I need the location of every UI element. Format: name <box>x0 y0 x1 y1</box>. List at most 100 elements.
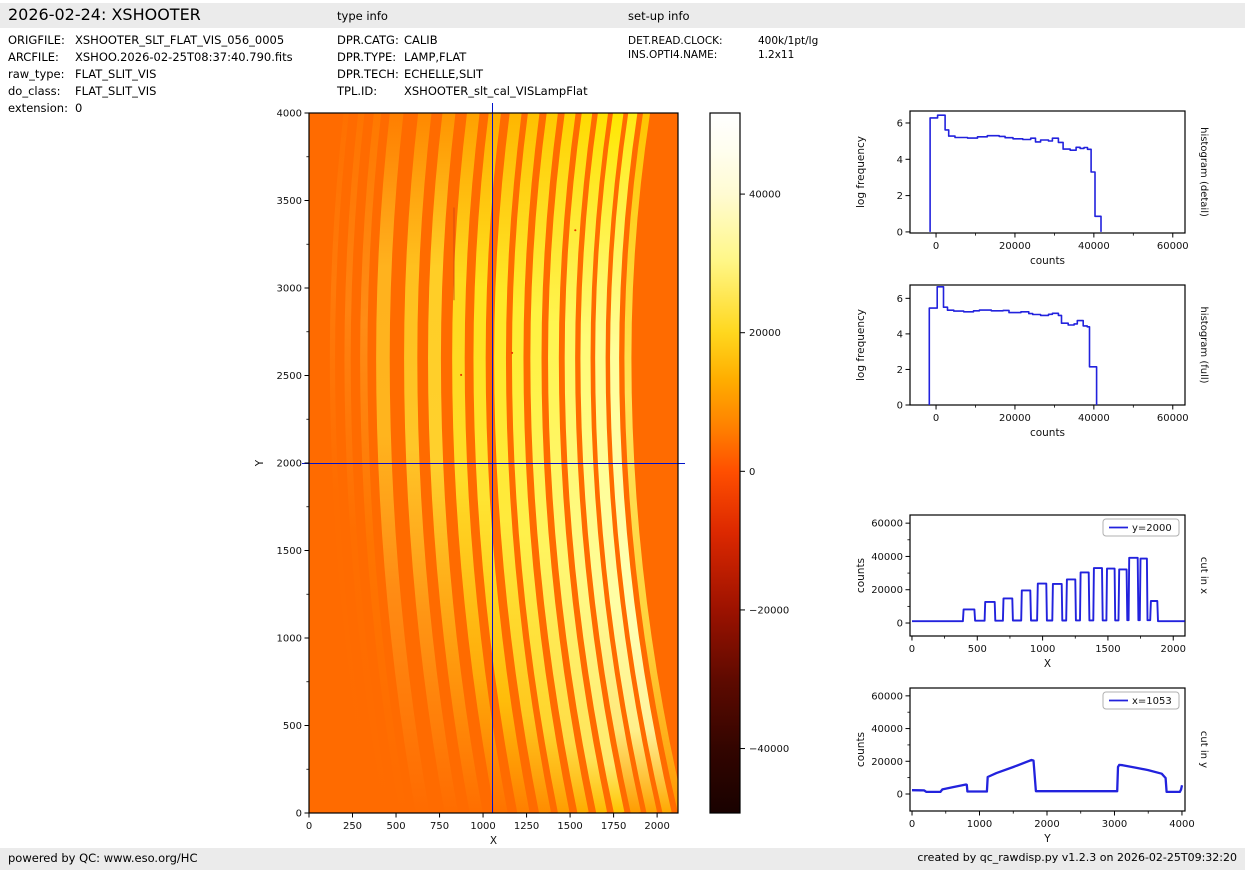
x-axis-label: counts <box>1030 427 1065 439</box>
meta-value: 1.2x11 <box>758 48 795 61</box>
meta-label: DPR.TECH: <box>337 67 399 81</box>
right-axis-label: histogram (detail) <box>1198 127 1209 217</box>
x-tick-label: 1500 <box>557 821 582 832</box>
y-tick-label: 6 <box>897 294 903 305</box>
x-tick-label: 1500 <box>1095 644 1120 655</box>
meta-value: XSHOOTER_SLT_FLAT_VIS_056_0005 <box>75 33 285 47</box>
qc-report-page: 2026-02-24: XSHOOTER type info set-up in… <box>0 0 1245 870</box>
detector-defect-dot <box>574 229 577 232</box>
legend-box <box>1102 691 1180 710</box>
meta-label: INS.OPTI4.NAME: <box>628 48 718 61</box>
y-tick-label: 0 <box>296 809 302 820</box>
plot-frame-cut_y <box>909 687 1186 812</box>
colorbar-tick-label: 0 <box>749 467 755 478</box>
y-tick-label: 1000 <box>277 634 302 645</box>
y-tick-label: 4000 <box>277 109 302 120</box>
x-tick-label: 3000 <box>1102 819 1127 830</box>
meta-value: XSHOOTER_slt_cal_VISLampFlat <box>404 84 588 98</box>
colorbar <box>709 112 741 814</box>
x-tick-label: 750 <box>430 821 449 832</box>
meta-label: TPL.ID: <box>337 84 378 98</box>
right-axis-label: histogram (full) <box>1198 306 1209 383</box>
meta-label: ARCFILE: <box>8 50 59 64</box>
x-axis-label: counts <box>1030 255 1065 267</box>
x-tick-label: 20000 <box>999 413 1031 424</box>
x-tick-label: 1750 <box>601 821 626 832</box>
y-tick-label: 4 <box>897 155 903 166</box>
colorbar-tick-label: 40000 <box>749 190 781 201</box>
x-tick-label: 1000 <box>1030 644 1055 655</box>
footer-created-by: created by qc_rawdisp.py v1.2.3 on 2026-… <box>917 851 1237 864</box>
x-tick-label: 4000 <box>1169 819 1194 830</box>
x-axis-label: Y <box>1043 833 1051 845</box>
x-tick-label: 0 <box>909 819 915 830</box>
setup-info-header: set-up info <box>628 9 690 23</box>
meta-value: 0 <box>75 101 83 115</box>
y-tick-label: 2500 <box>277 371 302 382</box>
meta-label: raw_type: <box>8 67 65 81</box>
plot-frame-hist_detail <box>909 110 1186 234</box>
x-tick-label: 1000 <box>967 819 992 830</box>
meta-value: ECHELLE,SLIT <box>404 67 484 81</box>
y-axis-label: log frequency <box>855 309 867 381</box>
legend-box <box>1102 518 1180 537</box>
x-tick-label: 500 <box>968 644 987 655</box>
y-tick-label: 60000 <box>871 691 903 702</box>
y-tick-label: 1500 <box>277 546 302 557</box>
y-tick-label: 2 <box>897 365 903 376</box>
x-tick-label: 2000 <box>1161 644 1186 655</box>
y-tick-label: 500 <box>283 721 302 732</box>
x-tick-label: 40000 <box>1078 413 1110 424</box>
x-tick-label: 0 <box>909 644 915 655</box>
meta-value: FLAT_SLIT_VIS <box>75 67 157 81</box>
meta-value: CALIB <box>404 33 438 47</box>
footer-powered-by: powered by QC: www.eso.org/HC <box>8 851 198 865</box>
x-tick-label: 0 <box>933 413 939 424</box>
legend-label: x=1053 <box>1132 696 1172 707</box>
y-tick-label: 0 <box>897 789 903 800</box>
y-axis-label: counts <box>855 558 867 593</box>
data-series-hist_full <box>928 285 1098 405</box>
x-tick-label: 1000 <box>470 821 495 832</box>
colorbar-tick-label: 20000 <box>749 328 781 339</box>
x-tick-label: 0 <box>933 241 939 252</box>
meta-label: DPR.TYPE: <box>337 50 397 64</box>
y-tick-label: 40000 <box>871 724 903 735</box>
colorbar-tick-label: −20000 <box>749 605 789 616</box>
detector-defect-dot <box>460 373 463 377</box>
right-axis-label: cut in x <box>1198 557 1209 594</box>
meta-label: DPR.CATG: <box>337 33 399 47</box>
colorbar-tick-label: −40000 <box>749 744 789 755</box>
x-tick-label: 60000 <box>1157 241 1189 252</box>
meta-label: extension: <box>8 101 68 115</box>
y-tick-label: 2000 <box>277 459 302 470</box>
meta-label: DET.READ.CLOCK: <box>628 35 723 47</box>
x-axis-label: X <box>1044 658 1051 670</box>
meta-value: XSHOO.2026-02-25T08:37:40.790.fits <box>75 50 293 64</box>
y-tick-label: 60000 <box>871 519 903 530</box>
data-series-cut_x <box>912 556 1185 623</box>
data-series-hist_detail <box>929 114 1102 232</box>
x-tick-label: 0 <box>306 821 312 832</box>
meta-value: FLAT_SLIT_VIS <box>75 84 157 98</box>
type-info-header: type info <box>337 9 388 23</box>
meta-value: LAMP,FLAT <box>404 50 467 64</box>
x-tick-label: 60000 <box>1157 413 1189 424</box>
x-axis-label: X <box>490 835 497 847</box>
x-tick-label: 40000 <box>1078 241 1110 252</box>
y-tick-label: 3000 <box>277 284 302 295</box>
x-tick-label: 2000 <box>1034 819 1059 830</box>
crosshair-vertical-line <box>492 103 493 813</box>
x-tick-label: 20000 <box>999 241 1031 252</box>
plot-frame-hist_full <box>909 284 1186 406</box>
y-tick-label: 2 <box>897 191 903 202</box>
y-axis-label: log frequency <box>855 136 867 208</box>
plot-frame-cut_x <box>909 514 1186 637</box>
right-axis-label: cut in y <box>1198 731 1209 768</box>
y-axis-label: Y <box>254 459 266 467</box>
x-tick-label: 500 <box>386 821 405 832</box>
page-title: 2026-02-24: XSHOOTER <box>8 5 201 24</box>
meta-value: 400k/1pt/lg <box>758 35 819 47</box>
y-tick-label: 0 <box>897 619 903 630</box>
x-tick-label: 2000 <box>644 821 669 832</box>
